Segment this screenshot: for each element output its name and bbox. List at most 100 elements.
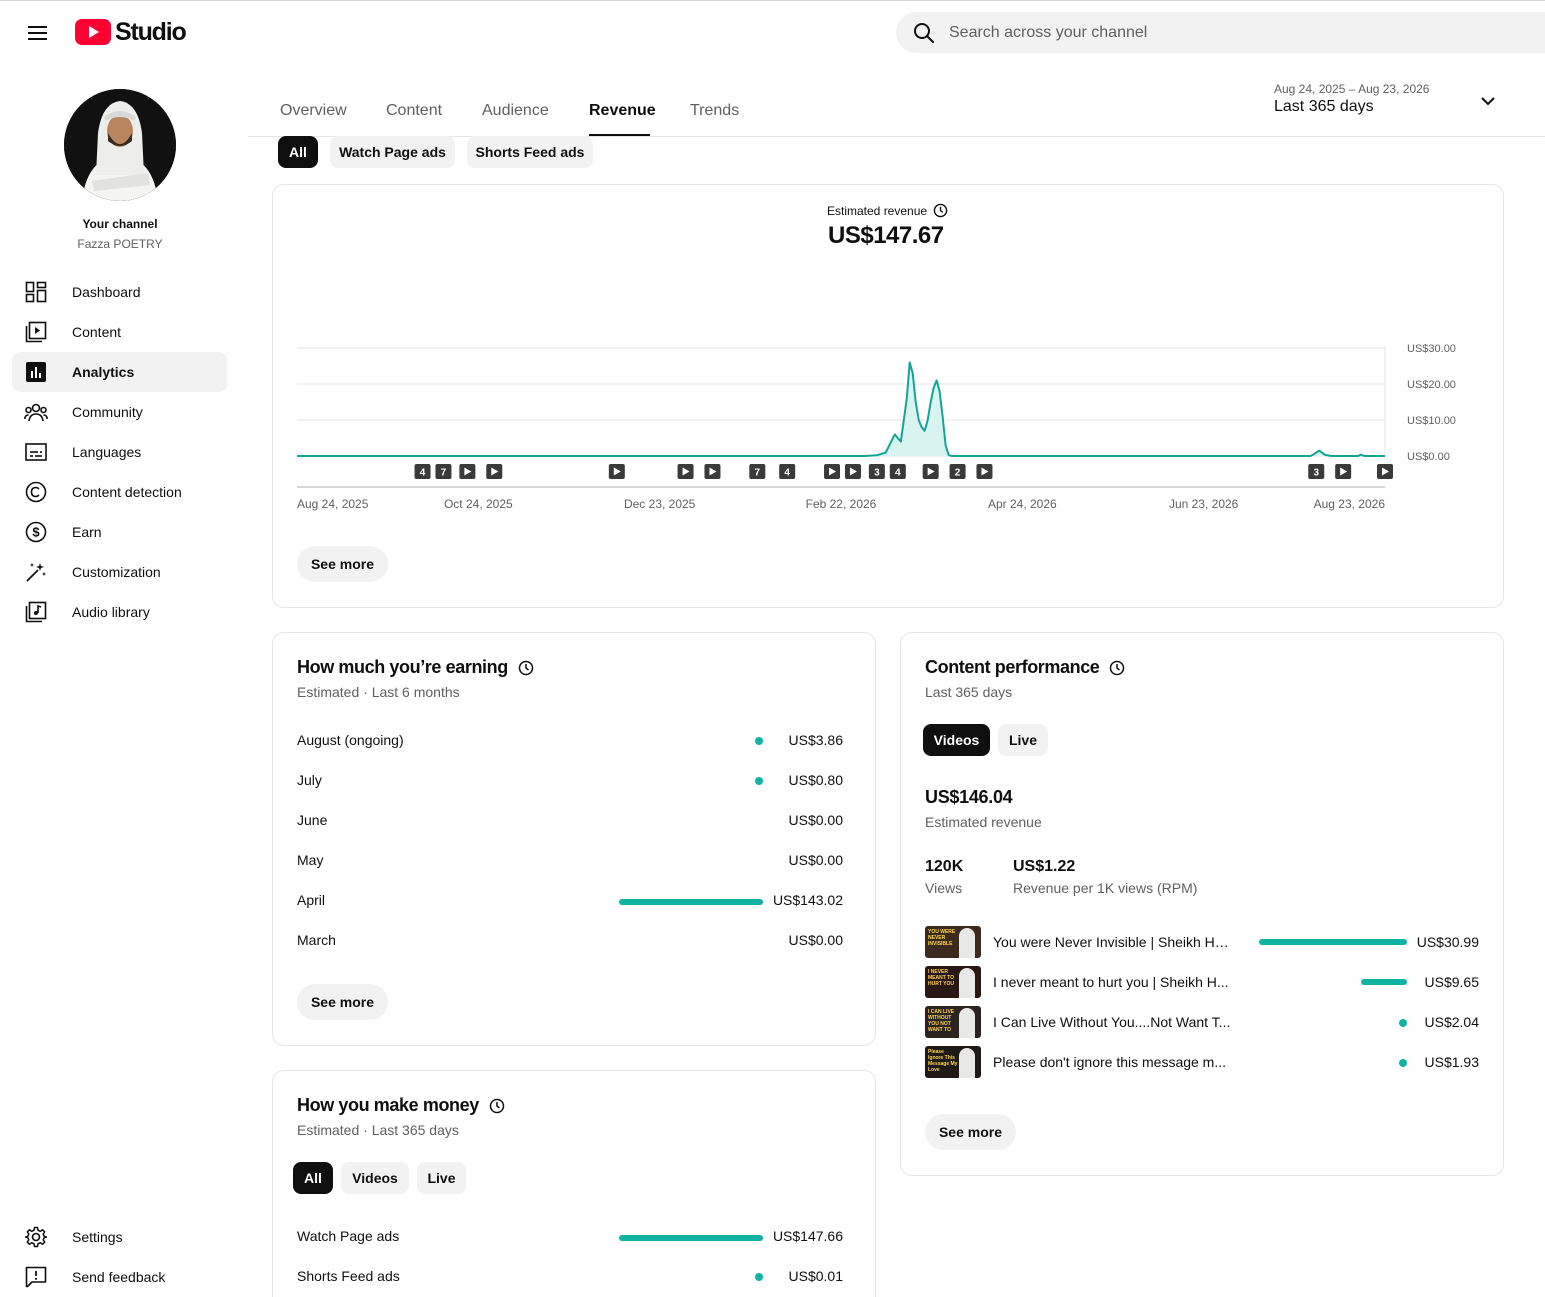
video-publish-marker[interactable]: 2	[949, 464, 966, 479]
money-bar	[619, 1235, 763, 1241]
video-publish-marker[interactable]	[459, 464, 476, 479]
earning-bar	[619, 899, 763, 905]
chip-videos[interactable]: Videos	[923, 724, 990, 756]
sidebar-item-earn[interactable]: $ Earn	[12, 512, 227, 552]
earning-row[interactable]: June US$0.00	[297, 812, 843, 832]
video-publish-marker[interactable]	[486, 464, 503, 479]
search-icon[interactable]	[912, 21, 936, 45]
sidebar-item-audio-library[interactable]: Audio library	[12, 592, 227, 632]
money-row[interactable]: Shorts Feed ads US$0.01	[297, 1268, 843, 1288]
sidebar-item-community[interactable]: Community	[12, 392, 227, 432]
content-see-more-button[interactable]: See more	[925, 1114, 1016, 1150]
logo-text: Studio	[115, 17, 187, 46]
x-tick-label: Apr 24, 2026	[988, 497, 1057, 511]
avatar[interactable]	[64, 89, 176, 201]
video-publish-marker[interactable]	[1377, 464, 1393, 479]
tab-revenue[interactable]: Revenue	[589, 102, 656, 120]
marker-count: 7	[441, 468, 447, 479]
chip-watch-page-ads[interactable]: Watch Page ads	[330, 136, 455, 168]
earning-row-value: US$0.00	[788, 852, 843, 868]
search-input[interactable]	[949, 23, 1469, 42]
menu-icon[interactable]	[22, 20, 54, 46]
chip-live[interactable]: Live	[417, 1162, 466, 1194]
video-thumbnail[interactable]: Please Ignore This Message My Love	[925, 1046, 981, 1078]
video-thumbnail[interactable]: I CAN LIVE WITHOUT YOU NOT WANT TO	[925, 1006, 981, 1038]
chip-all[interactable]: All	[293, 1162, 333, 1194]
sidebar-item-send-feedback[interactable]: Send feedback	[12, 1257, 227, 1297]
video-publish-marker[interactable]: 3	[1308, 464, 1325, 479]
tab-audience[interactable]: Audience	[482, 102, 549, 120]
earning-row[interactable]: March US$0.00	[297, 932, 843, 952]
video-thumbnail[interactable]: YOU WERE NEVER INVISIBLE	[925, 926, 981, 958]
studio-logo[interactable]: Studio	[75, 16, 187, 48]
video-row[interactable]: YOU WERE NEVER INVISIBLE You were Never I…	[925, 926, 1479, 958]
make-money-title: How you make money	[297, 1095, 505, 1116]
svg-text:$: $	[32, 525, 40, 540]
video-title[interactable]: You were Never Invisible | Sheikh Ha...	[993, 934, 1233, 950]
video-publish-marker[interactable]	[704, 464, 721, 479]
video-publish-marker[interactable]	[677, 464, 694, 479]
y-tick-label: US$30.00	[1407, 343, 1456, 355]
content-performance-subtitle: Last 365 days	[925, 684, 1013, 700]
video-thumbnail[interactable]: I NEVER MEANT TO HURT YOU	[925, 966, 981, 998]
earning-row[interactable]: July US$0.80	[297, 772, 843, 792]
sidebar-item-dashboard[interactable]: Dashboard	[12, 272, 227, 312]
chip-live[interactable]: Live	[998, 724, 1048, 756]
sidebar-item-analytics[interactable]: Analytics	[12, 352, 227, 392]
earning-row-label: August (ongoing)	[297, 732, 404, 748]
video-title[interactable]: Please don't ignore this message m...	[993, 1054, 1233, 1070]
video-publish-marker[interactable]: 7	[749, 464, 766, 479]
revenue-chart[interactable]: US$30.00 US$20.00 US$10.00 US$0.00 4 7 7 4 3 4 2 3 A…	[272, 330, 1504, 520]
money-row[interactable]: Watch Page ads US$147.66	[297, 1228, 843, 1248]
gear-icon	[24, 1225, 48, 1249]
earning-row[interactable]: May US$0.00	[297, 852, 843, 872]
date-range[interactable]: Aug 24, 2025 – Aug 23, 2026	[1274, 82, 1429, 96]
video-row[interactable]: I CAN LIVE WITHOUT YOU NOT WANT TO I Can …	[925, 1006, 1479, 1038]
tab-content[interactable]: Content	[386, 102, 442, 120]
tab-trends[interactable]: Trends	[690, 102, 739, 120]
sidebar-item-label: Settings	[72, 1229, 123, 1245]
date-range-label[interactable]: Last 365 days	[1274, 98, 1374, 116]
video-publish-marker[interactable]: 7	[435, 464, 452, 479]
video-publish-marker[interactable]: 4	[414, 464, 431, 479]
video-publish-marker[interactable]	[844, 464, 861, 479]
video-row[interactable]: I NEVER MEANT TO HURT YOU I never meant t…	[925, 966, 1479, 998]
sidebar-item-content[interactable]: Content	[12, 312, 227, 352]
chip-shorts-feed-ads[interactable]: Shorts Feed ads	[467, 136, 593, 168]
video-publish-marker[interactable]	[976, 464, 993, 479]
video-publish-marker[interactable]	[824, 464, 841, 479]
earning-row-label: March	[297, 932, 336, 948]
video-publish-marker[interactable]: 3	[868, 464, 885, 479]
search-bar[interactable]	[896, 12, 1545, 53]
copyright-icon	[24, 480, 48, 504]
revenue-area	[297, 362, 1385, 456]
earning-row[interactable]: August (ongoing) US$3.86	[297, 732, 843, 752]
youtube-logo-icon	[75, 19, 111, 45]
video-bar	[1360, 979, 1407, 985]
money-row-label: Shorts Feed ads	[297, 1268, 400, 1284]
earning-row[interactable]: April US$143.02	[297, 892, 843, 912]
sidebar-item-label: Customization	[72, 564, 161, 580]
video-title[interactable]: I Can Live Without You....Not Want T...	[993, 1014, 1233, 1030]
video-publish-marker[interactable]: 4	[889, 464, 906, 479]
video-row[interactable]: Please Ignore This Message My Love Please…	[925, 1046, 1479, 1078]
sidebar-item-settings[interactable]: Settings	[12, 1217, 227, 1257]
video-publish-marker[interactable]	[1335, 464, 1352, 479]
sidebar-item-customization[interactable]: Customization	[12, 552, 227, 592]
tab-overview[interactable]: Overview	[280, 102, 347, 120]
video-revenue-value: US$1.93	[1424, 1054, 1479, 1070]
video-publish-marker[interactable]	[608, 464, 625, 479]
see-more-button[interactable]: See more	[297, 546, 388, 582]
video-publish-marker[interactable]	[922, 464, 939, 479]
chip-all[interactable]: All	[278, 136, 318, 168]
video-title[interactable]: I never meant to hurt you | Sheikh H...	[993, 974, 1233, 990]
marker-count: 4	[895, 468, 901, 479]
earning-see-more-button[interactable]: See more	[297, 984, 388, 1020]
chevron-down-icon[interactable]	[1478, 91, 1498, 111]
sidebar-item-languages[interactable]: Languages	[12, 432, 227, 472]
chip-videos[interactable]: Videos	[341, 1162, 409, 1194]
video-publish-marker[interactable]: 4	[779, 464, 796, 479]
sidebar-item-content-detection[interactable]: Content detection	[12, 472, 227, 512]
rpm-value: US$1.22	[1013, 858, 1076, 875]
thumbnail-text: YOU WERE NEVER INVISIBLE	[928, 929, 956, 947]
